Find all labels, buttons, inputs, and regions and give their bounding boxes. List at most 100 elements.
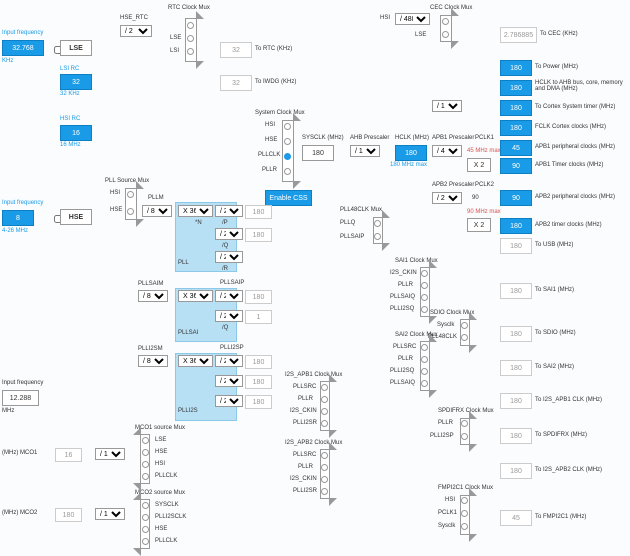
mco2-div[interactable]: / 1 — [95, 508, 125, 520]
plli2s-p-sel[interactable]: / 2 — [215, 355, 243, 367]
out-hclk-ahb: 180 — [500, 80, 532, 96]
rtc-div-sel[interactable]: / 2 — [120, 25, 152, 37]
sai2-d3[interactable] — [421, 380, 428, 387]
cec-div[interactable]: / 488 — [395, 13, 430, 25]
rtc-hse-dot[interactable] — [187, 22, 194, 29]
mco1-d2[interactable] — [142, 461, 149, 468]
cec-lse: LSE — [415, 32, 426, 38]
pllsai-q-sel[interactable]: / 2 — [215, 310, 243, 322]
i2sapb2-d0[interactable] — [321, 452, 328, 459]
pllm-sel[interactable]: / 8 — [142, 205, 172, 217]
apb2-timer-mult: X 2 — [467, 218, 491, 232]
pllsai-q-out: 1 — [245, 310, 272, 324]
rtc-lsi-dot[interactable] — [187, 48, 194, 55]
pllsai-p-sel[interactable]: / 2 — [215, 290, 243, 302]
mco1-d0[interactable] — [142, 437, 149, 444]
apb2-90: 90 — [472, 195, 479, 201]
fmpi2c1-o0: HSI — [445, 497, 455, 503]
enable-css-btn[interactable]: Enable CSS — [265, 190, 312, 206]
pll-src-hse-dot[interactable] — [127, 208, 134, 215]
pllsai-lbl: PLLSAI — [178, 330, 198, 336]
sai1-d3[interactable] — [421, 306, 428, 313]
out-sdio-lbl: To SDIO (MHz) — [535, 330, 576, 336]
sai2-o0: PLLSRC — [393, 344, 416, 350]
cec-lbl: To CEC (KHz) — [540, 31, 578, 37]
i2sapb1-d3[interactable] — [321, 420, 328, 427]
mco1-d1[interactable] — [142, 449, 149, 456]
out-power-lbl: To Power (MHz) — [535, 64, 578, 70]
fmpi2c1-d1[interactable] — [461, 510, 468, 517]
sysclk-pllr-dot[interactable] — [284, 168, 291, 175]
rtc-out: 32 — [220, 42, 252, 58]
mco2-o0: SYSCLK — [155, 502, 179, 508]
sai2-o3: PLLSAIQ — [390, 380, 415, 386]
pll-p-sel[interactable]: / 2 — [215, 205, 243, 217]
mco1-o1: HSE — [155, 449, 167, 455]
ahb-lbl: AHB Prescaler — [350, 135, 389, 141]
sysclk-hse-dot[interactable] — [284, 138, 291, 145]
plli2s-r-sel[interactable]: / 2 — [215, 395, 243, 407]
cec-lse-dot[interactable] — [442, 31, 449, 38]
sysclk-lbl: SYSCLK (MHz) — [302, 135, 344, 141]
mco2-d1[interactable] — [142, 514, 149, 521]
mco2-d0[interactable] — [142, 502, 149, 509]
pll48-pllsaip-dot[interactable] — [374, 233, 381, 240]
sai2-d2[interactable] — [421, 368, 428, 375]
i2sapb2-d3[interactable] — [321, 488, 328, 495]
plli2sm-sel[interactable]: / 8 — [138, 355, 168, 367]
pll-q-sel[interactable]: / 2 — [215, 228, 243, 240]
apb2-div[interactable]: / 2 — [432, 192, 462, 204]
fmpi2c1-d2[interactable] — [461, 523, 468, 530]
plli2s-n[interactable]: X 360 — [178, 355, 213, 367]
lse-freq-input[interactable]: 32.768 — [2, 40, 44, 56]
plli2s-q-sel[interactable]: / 2 — [215, 375, 243, 387]
sysclk-hsi-dot[interactable] — [284, 123, 291, 130]
sdio-d0[interactable] — [461, 322, 468, 329]
plli2sm-lbl: PLLI2SM — [138, 346, 163, 352]
out-cortex-lbl: To Cortex System timer (MHz) — [535, 104, 615, 110]
pll48-pllq-dot[interactable] — [374, 220, 381, 227]
mco1-d3[interactable] — [142, 473, 149, 480]
pll-src-hsi: HSI — [110, 190, 120, 196]
pllsai-n[interactable]: X 360 — [178, 290, 213, 302]
sysclk-pllclk-dot[interactable] — [284, 153, 291, 160]
sai2-d0[interactable] — [421, 344, 428, 351]
pll-src-hsi-dot[interactable] — [127, 191, 134, 198]
sai2-d1[interactable] — [421, 356, 428, 363]
mco1-div[interactable]: / 1 — [95, 448, 125, 460]
mco2-d3[interactable] — [142, 538, 149, 545]
pll-n-sel[interactable]: X 360 — [178, 205, 213, 217]
sysclk-value[interactable]: 180 — [302, 145, 334, 161]
spdif-d0[interactable] — [461, 420, 468, 427]
mco2-d2[interactable] — [142, 526, 149, 533]
sai1-d0[interactable] — [421, 270, 428, 277]
i2sapb2-d1[interactable] — [321, 464, 328, 471]
ahb-div[interactable]: / 1 — [350, 145, 380, 157]
iwdg-out: 32 — [220, 75, 252, 91]
fmpi2c1-d0[interactable] — [461, 497, 468, 504]
cec-hsi: HSI — [380, 15, 390, 21]
hclk-value[interactable]: 180 — [395, 145, 427, 161]
i2sapb1-d0[interactable] — [321, 384, 328, 391]
pll-q-out: 180 — [245, 228, 272, 242]
pll-r-sel[interactable]: / 2 — [215, 251, 243, 263]
apb1-div[interactable]: / 4 — [432, 145, 462, 157]
apb1-max: 45 MHz max — [467, 148, 501, 154]
mco1-lbl: (MHz) MCO1 — [2, 450, 37, 456]
rtc-lse-dot[interactable] — [187, 35, 194, 42]
i2sapb1-d2[interactable] — [321, 408, 328, 415]
sai1-d2[interactable] — [421, 294, 428, 301]
pclk1-lbl: PCLK1 — [475, 135, 494, 141]
sai1-d1[interactable] — [421, 282, 428, 289]
pllsaim-sel[interactable]: / 8 — [138, 290, 168, 302]
sdio-d1[interactable] — [461, 334, 468, 341]
mco2-o3: PLLCLK — [155, 538, 177, 544]
cortex-div[interactable]: / 1 — [432, 100, 462, 112]
mco1-o0: LSE — [155, 437, 166, 443]
cec-hsi-dot[interactable] — [442, 18, 449, 25]
i2sapb1-d1[interactable] — [321, 396, 328, 403]
hse-freq-input[interactable]: 8 — [2, 210, 34, 226]
spdif-d1[interactable] — [461, 433, 468, 440]
input-freq3[interactable]: 12.288 — [2, 390, 39, 406]
i2sapb2-d2[interactable] — [321, 476, 328, 483]
